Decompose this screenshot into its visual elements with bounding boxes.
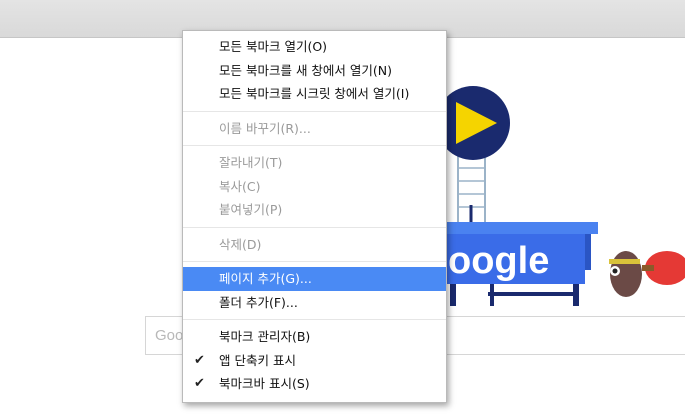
menu-item-label: 페이지 추가(G)...	[219, 271, 312, 286]
menu-item[interactable]: 모든 북마크를 시크릿 창에서 열기(I)	[183, 82, 446, 106]
menu-item-label: 폴더 추가(F)...	[219, 294, 298, 310]
menu-item[interactable]: 페이지 추가(G)...	[183, 267, 446, 291]
ping-pong-table: oogle	[440, 222, 598, 306]
bean-character	[609, 251, 685, 297]
checkmark-icon: ✔	[194, 376, 205, 391]
menu-item[interactable]: 북마크 관리자(B)	[183, 325, 446, 349]
menu-separator	[183, 145, 446, 146]
menu-item-label: 이름 바꾸기(R)...	[219, 120, 311, 136]
search-text: Goo	[155, 327, 184, 344]
menu-item[interactable]: ✔ 북마크바 표시(S)	[183, 372, 446, 396]
menu-separator	[183, 261, 446, 262]
bookmark-context-menu: 모든 북마크 열기(O) 모든 북마크를 새 창에서 열기(N) 모든 북마크를 시…	[182, 30, 447, 403]
menu-item-label: 붙여넣기(P)	[219, 202, 283, 217]
menu-item-label: 앱 단축키 표시	[219, 352, 296, 368]
menu-item-label: 잘라내기(T)	[219, 155, 283, 170]
menu-item[interactable]: 모든 북마크를 새 창에서 열기(N)	[183, 59, 446, 83]
menu-item[interactable]: 이름 바꾸기(R)...	[183, 117, 446, 141]
menu-item-label: 모든 북마크를 시크릿 창에서 열기(I)	[219, 86, 410, 101]
menu-item[interactable]: 삭제(D)	[183, 233, 446, 257]
menu-item-label: 북마크바 표시(S)	[219, 376, 310, 391]
menu-item[interactable]: 잘라내기(T)	[183, 151, 446, 175]
menu-item-label: 복사(C)	[219, 178, 261, 194]
menu-item[interactable]: 붙여넣기(P)	[183, 198, 446, 222]
menu-item-label: 모든 북마크를 새 창에서 열기(N)	[219, 62, 392, 78]
menu-separator	[183, 319, 446, 320]
menu-item-label: 삭제(D)	[219, 236, 262, 252]
doodle-logo-text: oogle	[448, 240, 549, 282]
checkmark-icon: ✔	[194, 352, 205, 368]
menu-separator	[183, 110, 446, 112]
menu-item-label: 북마크 관리자(B)	[219, 329, 311, 344]
menu-separator	[183, 226, 446, 228]
menu-item[interactable]: ✔ 앱 단축키 표시	[183, 349, 446, 373]
menu-item-label: 모든 북마크 열기(O)	[219, 39, 328, 54]
menu-item[interactable]: 폴더 추가(F)...	[183, 291, 446, 315]
menu-item[interactable]: 복사(C)	[183, 175, 446, 199]
menu-item[interactable]: 모든 북마크 열기(O)	[183, 35, 446, 59]
